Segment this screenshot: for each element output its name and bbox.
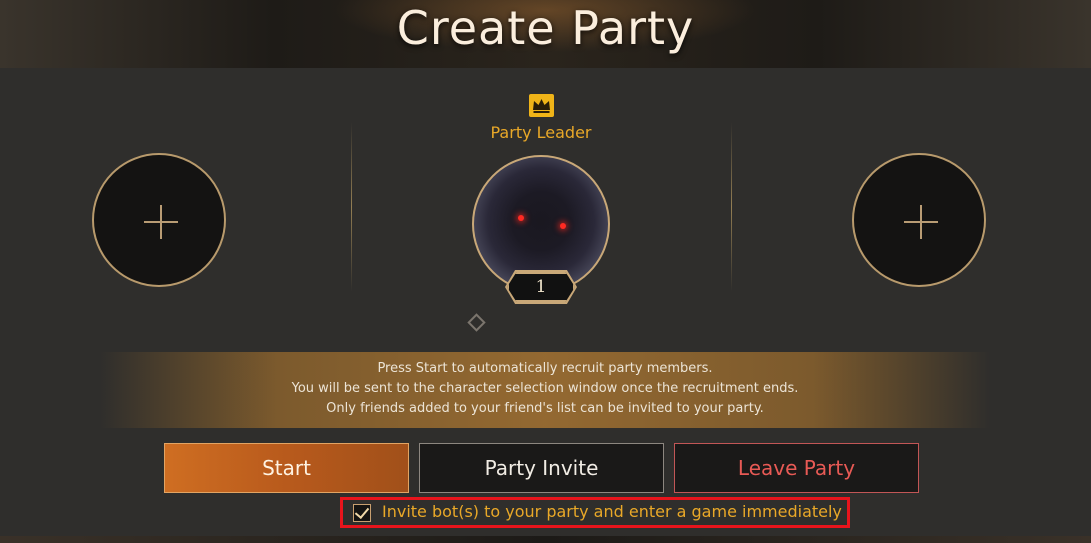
start-button[interactable]: Start	[164, 443, 409, 493]
info-line-3: Only friends added to your friend's list…	[326, 401, 764, 416]
invite-bots-option[interactable]: Invite bot(s) to your party and enter a …	[340, 497, 850, 528]
invite-bots-label: Invite bot(s) to your party and enter a …	[382, 502, 842, 521]
info-line-2: You will be sent to the character select…	[291, 381, 799, 396]
add-member-slot-left[interactable]	[92, 153, 226, 287]
leader-level-badge: 1	[507, 272, 575, 302]
add-member-slot-right[interactable]	[852, 153, 986, 287]
leave-party-button[interactable]: Leave Party	[674, 443, 919, 493]
avatar-eye	[560, 223, 566, 229]
bottom-strip	[0, 536, 1091, 543]
invite-bots-checkbox[interactable]	[353, 503, 371, 522]
crown-icon	[529, 94, 554, 117]
right-divider	[731, 122, 732, 292]
party-invite-button[interactable]: Party Invite	[419, 443, 664, 493]
party-leader-label: Party Leader	[490, 123, 592, 142]
checkmark-icon	[354, 503, 370, 520]
page-title: Create Party	[396, 1, 695, 55]
info-line-1: Press Start to automatically recruit par…	[377, 361, 713, 376]
avatar-eye	[518, 215, 524, 221]
left-divider	[351, 122, 352, 292]
